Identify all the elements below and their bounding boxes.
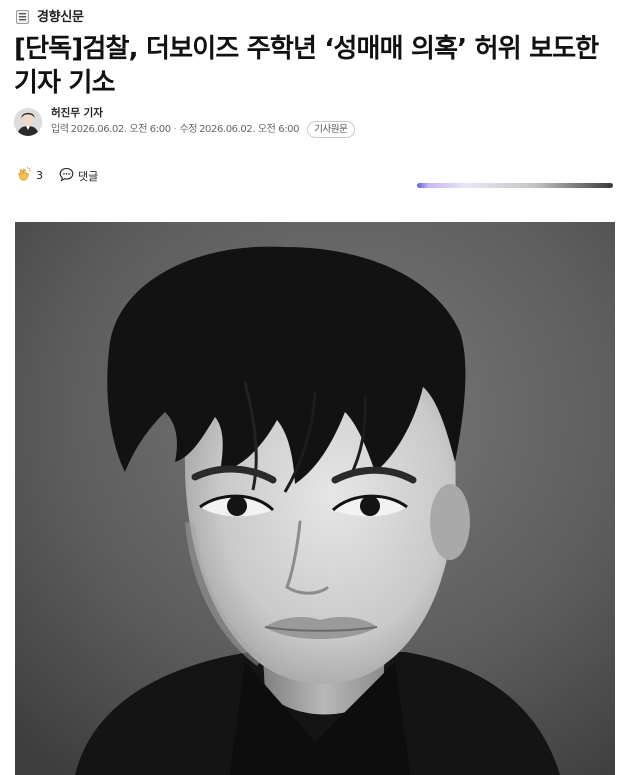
decorative-gradient-bar: [417, 175, 613, 188]
clap-icon: [16, 166, 32, 185]
reaction-bar: 3 댓글: [16, 166, 98, 185]
modified-date: 2026.06.02. 오전 6:00: [199, 123, 300, 135]
publisher-name[interactable]: 경향신문: [37, 6, 84, 25]
comment-label: 댓글: [78, 169, 99, 183]
khan-logo-icon: [16, 9, 29, 24]
article-photo[interactable]: [15, 222, 615, 775]
modified-label: 수정: [179, 123, 198, 135]
published-date: 2026.06.02. 오전 6:00: [70, 123, 171, 135]
publisher-header[interactable]: 경향신문: [16, 6, 84, 25]
speech-bubble-icon: [59, 167, 74, 185]
original-article-button[interactable]: 기사원문: [307, 121, 355, 138]
author-name[interactable]: 허진무 기자: [51, 106, 355, 120]
byline: 허진무 기자 입력 2026.06.02. 오전 6:00 · 수정 2026.…: [14, 106, 355, 138]
like-count: 3: [36, 169, 43, 182]
like-button[interactable]: 3: [16, 166, 43, 185]
date-separator: ·: [173, 123, 177, 135]
author-avatar[interactable]: [14, 108, 42, 136]
article-page: 경향신문 [단독]검찰, 더보이즈 주학년 ‘성매매 의혹’ 허위 보도한 기자…: [0, 0, 632, 775]
comment-button[interactable]: 댓글: [59, 167, 98, 185]
article-title: [단독]검찰, 더보이즈 주학년 ‘성매매 의혹’ 허위 보도한 기자 기소: [14, 34, 599, 98]
timestamps: 입력 2026.06.02. 오전 6:00 · 수정 2026.06.02. …: [51, 121, 355, 138]
published-label: 입력: [51, 123, 69, 135]
